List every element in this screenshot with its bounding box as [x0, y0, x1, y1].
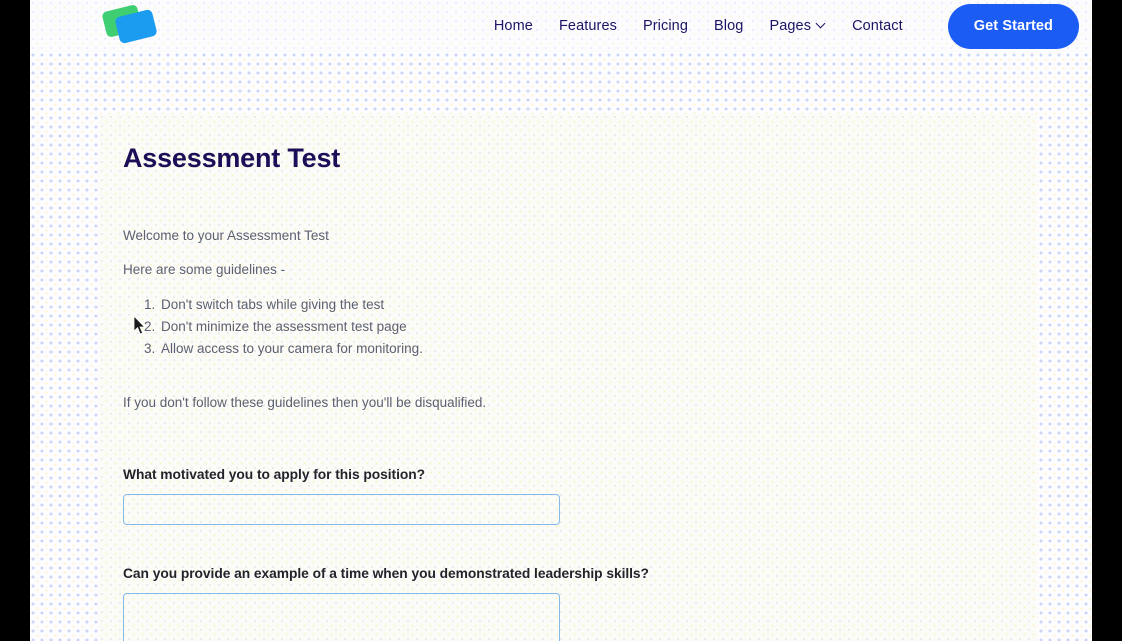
nav-item-pages[interactable]: Pages — [756, 18, 839, 34]
page-title: Assessment Test — [123, 143, 341, 173]
question-2-textarea[interactable] — [123, 592, 560, 641]
guidelines-intro-text: Here are some guidelines - — [123, 262, 286, 278]
guidelines-list: Don't switch tabs while giving the test … — [123, 294, 1013, 361]
assessment-card: Assessment Test Welcome to your Assessme… — [99, 114, 1037, 641]
question-1-input[interactable] — [123, 493, 560, 525]
question-1-label: What motivated you to apply for this pos… — [123, 466, 425, 482]
disqualification-note: If you don't follow these guidelines the… — [123, 395, 487, 411]
welcome-text: Welcome to your Assessment Test — [123, 228, 329, 243]
brand-logo-icon[interactable] — [101, 4, 164, 48]
nav-item-blog-label: Blog — [714, 18, 744, 34]
chevron-down-icon — [817, 20, 826, 29]
list-item: Don't switch tabs while giving the test — [159, 294, 1013, 316]
list-item: Don't minimize the assessment test page — [159, 316, 1013, 338]
nav-item-home-label: Home — [493, 18, 533, 34]
nav-item-features-label: Features — [558, 18, 617, 34]
nav-item-contact-label: Contact — [852, 18, 903, 34]
list-item: Allow access to your camera for monitori… — [159, 338, 1013, 360]
site-header: Home Features Pricing Blog Pages Contact… — [30, 0, 1092, 52]
nav-item-pricing-label: Pricing — [642, 18, 689, 34]
nav-item-blog[interactable]: Blog — [701, 18, 756, 34]
nav-item-pricing[interactable]: Pricing — [630, 18, 701, 34]
nav-item-features[interactable]: Features — [546, 18, 630, 34]
assessment-card-content: Assessment Test Welcome to your Assessme… — [123, 114, 1013, 641]
get-started-button[interactable]: Get Started — [947, 3, 1079, 49]
nav-item-home[interactable]: Home — [481, 18, 546, 34]
question-2-label: Can you provide an example of a time whe… — [123, 565, 649, 581]
page-viewport: Home Features Pricing Blog Pages Contact… — [30, 0, 1092, 641]
nav-item-pages-label: Pages — [769, 18, 812, 34]
main-navigation: Home Features Pricing Blog Pages Contact… — [481, 0, 1079, 52]
nav-item-contact[interactable]: Contact — [839, 18, 916, 34]
